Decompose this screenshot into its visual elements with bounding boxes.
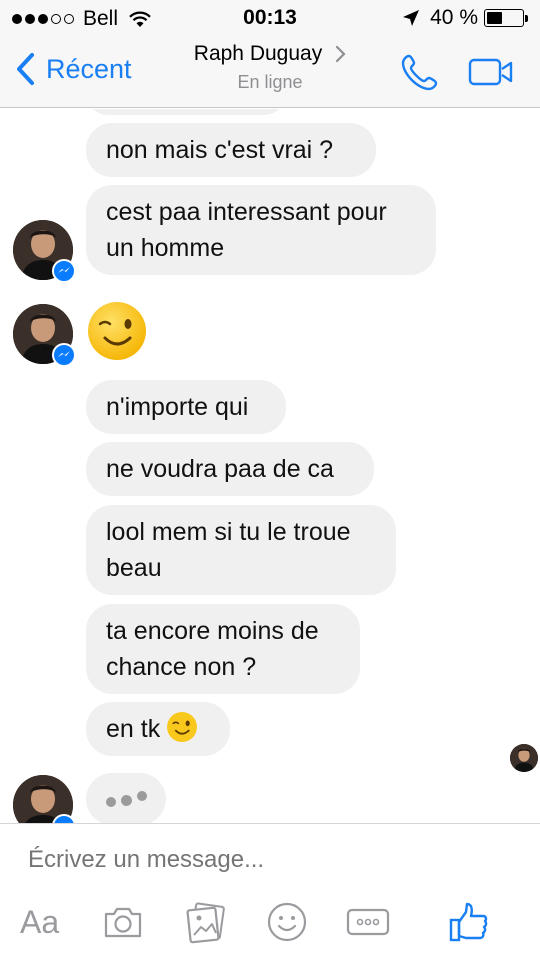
message-text-line: ta encore moins de	[106, 617, 319, 645]
typing-dot	[106, 797, 116, 807]
phone-call-icon[interactable]	[400, 52, 440, 92]
battery-fill	[487, 12, 503, 24]
text-format-button[interactable]: Aa	[20, 900, 59, 944]
photo-gallery-icon[interactable]	[186, 900, 226, 944]
chevron-right-icon	[336, 45, 346, 63]
message-bubble[interactable]: lool mem si tu le troue beau	[86, 505, 396, 595]
message-text-line: lool mem si tu le troue	[106, 518, 351, 546]
battery-percent: 40 %	[430, 6, 478, 29]
like-icon[interactable]	[448, 900, 490, 944]
messenger-badge-icon	[52, 343, 76, 367]
message-text-line: chance non ?	[106, 653, 257, 681]
message-text-line: beau	[106, 554, 162, 582]
battery-icon	[484, 9, 524, 27]
composer-toolbar: Aa	[0, 900, 540, 950]
contact-status: En ligne	[237, 72, 303, 92]
emoji-icon[interactable]	[266, 900, 308, 944]
message-bubble[interactable]: en tk	[86, 702, 230, 756]
typing-indicator	[86, 773, 166, 823]
more-icon[interactable]	[346, 900, 390, 944]
camera-icon[interactable]	[102, 900, 144, 944]
message-input[interactable]	[28, 846, 508, 874]
message-text: ne voudra paa de ca	[106, 455, 334, 483]
messenger-badge-icon	[52, 259, 76, 283]
location-arrow-icon	[403, 10, 420, 26]
message-bubble[interactable]: n'importe qui	[86, 380, 286, 434]
message-text-line: un homme	[106, 234, 225, 262]
contact-header[interactable]: Raph Duguay En ligne	[0, 42, 540, 93]
contact-name: Raph Duguay	[193, 42, 323, 65]
messenger-badge-icon	[52, 814, 76, 823]
navigation-bar: Récent Raph Duguay En ligne	[0, 36, 540, 108]
message-thread[interactable]: non mais c'est vrai ? cest paa interessa…	[0, 109, 540, 823]
message-text-line: cest paa interessant pour	[106, 198, 387, 226]
winking-face-icon	[167, 712, 198, 742]
message-text: n'importe qui	[106, 393, 249, 421]
message-bubble[interactable]: ta encore moins de chance non ?	[86, 604, 360, 694]
message-bubble-partial	[86, 109, 286, 115]
typing-dot	[121, 795, 132, 806]
message-bubble[interactable]: cest paa interessant pour un homme	[86, 185, 436, 275]
status-bar: Bell 00:13 40 %	[0, 0, 540, 36]
winking-face-icon[interactable]	[86, 300, 148, 362]
video-call-icon[interactable]	[468, 56, 514, 88]
composer: Aa	[0, 823, 540, 960]
typing-dot	[137, 791, 147, 801]
message-text: en tk	[106, 715, 161, 743]
message-text: non mais c'est vrai ?	[106, 136, 334, 164]
message-bubble[interactable]: non mais c'est vrai ?	[86, 123, 376, 177]
read-receipt-avatar	[510, 744, 538, 772]
battery-nub	[525, 14, 528, 22]
message-bubble[interactable]: ne voudra paa de ca	[86, 442, 374, 496]
battery-area: 40 %	[402, 6, 528, 30]
